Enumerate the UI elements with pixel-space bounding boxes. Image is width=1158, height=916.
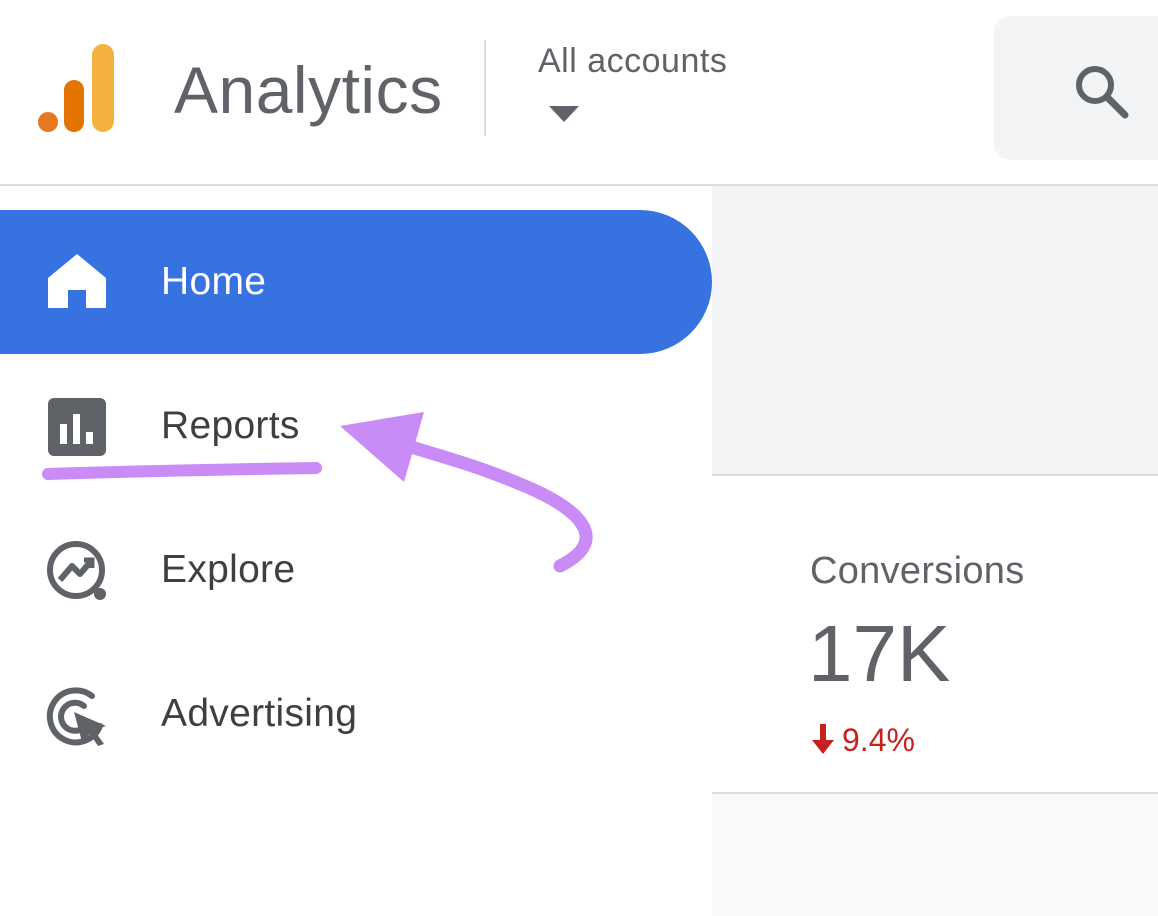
main-content: Conversions 17K 9.4% [712, 186, 1158, 916]
sidebar-item-label: Reports [161, 404, 300, 447]
analytics-logo[interactable] [36, 44, 116, 134]
lower-panel [712, 794, 1158, 916]
home-icon [48, 254, 106, 308]
sidebar-item-explore[interactable]: Explore [0, 498, 712, 642]
chevron-down-icon[interactable] [549, 106, 579, 124]
sidebar-nav: Home Reports Explore Advertising [0, 186, 712, 916]
sidebar-item-label: Home [161, 260, 267, 303]
header-divider [484, 40, 486, 136]
metric-change: 9.4% [812, 722, 915, 759]
metric-value: 17K [808, 609, 951, 698]
search-icon[interactable] [1072, 62, 1130, 120]
app-title: Analytics [174, 53, 443, 127]
metric-name: Conversions [810, 550, 1025, 592]
sidebar-item-label: Advertising [161, 692, 358, 735]
sidebar-item-reports[interactable]: Reports [0, 354, 712, 498]
account-selector[interactable]: All accounts [538, 42, 727, 81]
sidebar-item-advertising[interactable]: Advertising [0, 642, 712, 786]
arrow-down-icon [812, 724, 834, 754]
metric-change-value: 9.4% [842, 722, 915, 758]
sidebar-item-label: Explore [161, 548, 296, 591]
sidebar-item-home[interactable]: Home [0, 210, 712, 354]
explore-icon [47, 541, 106, 600]
metric-card-conversions[interactable]: Conversions 17K 9.4% [712, 476, 1158, 794]
advertising-icon [46, 687, 106, 746]
overview-panel [712, 186, 1158, 476]
bar-chart-icon [48, 398, 106, 456]
app-header: Analytics All accounts [0, 0, 1158, 186]
